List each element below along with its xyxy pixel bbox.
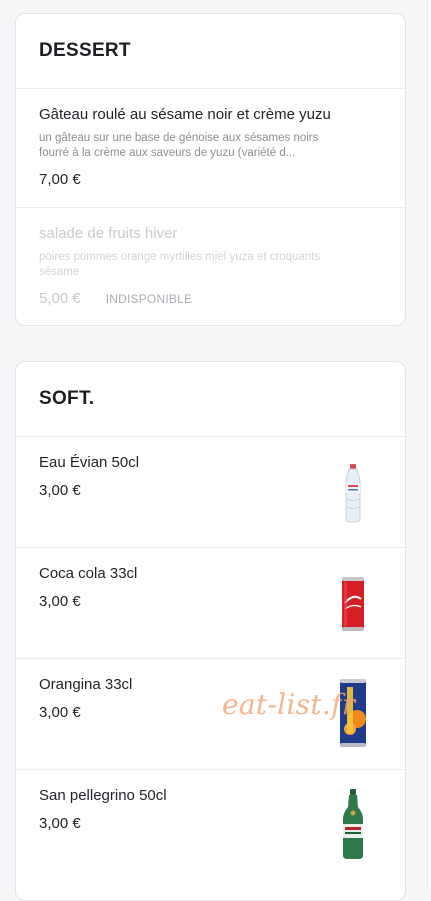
item-price: 3,00 € [39, 815, 81, 832]
menu-item[interactable]: Eau Évian 50cl 3,00 € [16, 437, 405, 548]
evian-bottle-icon [323, 457, 383, 529]
dessert-header: DESSERT [16, 14, 405, 89]
dessert-section: DESSERT Gâteau roulé au sésame noir et c… [15, 13, 406, 326]
section-title: DESSERT [39, 40, 131, 61]
item-price: 3,00 € [39, 482, 81, 499]
menu-item-unavailable: salade de fruits hiver poires pommes ora… [16, 208, 405, 325]
item-description: un gâteau sur une base de génoise aux sé… [39, 132, 319, 159]
item-price: 5,00 € [39, 290, 81, 307]
item-price: 7,00 € [39, 171, 81, 188]
menu-item[interactable]: Gâteau roulé au sésame noir et crème yuz… [16, 89, 405, 208]
item-price: 3,00 € [39, 593, 81, 610]
san-pellegrino-bottle-icon [323, 788, 383, 860]
item-description: poires pommes orange myrtilles miel yuza… [39, 251, 321, 278]
item-price: 3,00 € [39, 704, 81, 721]
menu-item[interactable]: San pellegrino 50cl 3,00 € [16, 770, 405, 881]
section-title: SOFT. [39, 388, 95, 409]
coca-cola-can-icon [323, 568, 383, 640]
watermark: eat-list.fr [222, 688, 356, 721]
right-scroll-rail [427, 0, 431, 888]
unavailable-badge: INDISPONIBLE [105, 291, 193, 306]
menu-item[interactable]: Coca cola 33cl 3,00 € [16, 548, 405, 659]
item-name: salade de fruits hiver [39, 225, 178, 242]
soft-header: SOFT. [16, 362, 405, 437]
item-name: Gâteau roulé au sésame noir et crème yuz… [39, 106, 331, 123]
soft-drinks-section: SOFT. Eau Évian 50cl 3,00 € Coca cola 33… [15, 361, 406, 901]
